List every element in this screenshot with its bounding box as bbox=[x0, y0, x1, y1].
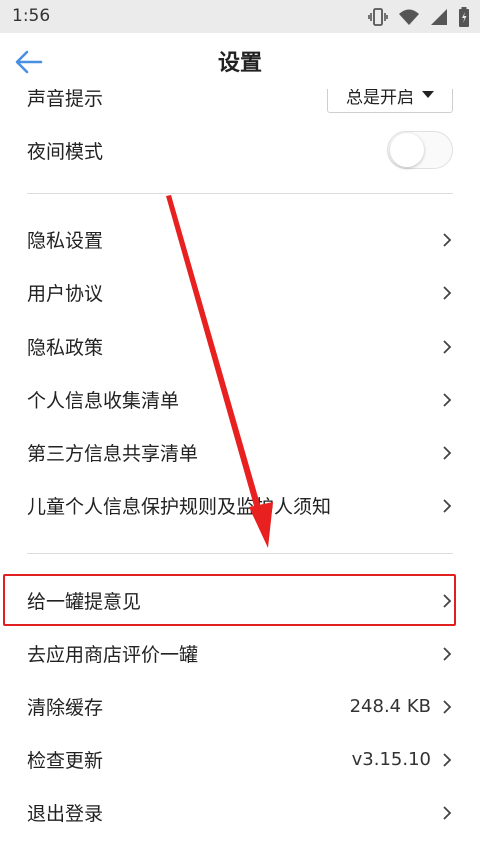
setting-row-clear-cache[interactable]: 清除缓存 248.4 KB bbox=[27, 680, 453, 733]
status-time: 1:56 bbox=[12, 6, 51, 26]
vibrate-icon bbox=[368, 8, 388, 26]
page-title: 设置 bbox=[217, 51, 262, 76]
status-bar: 1:56 bbox=[0, 0, 480, 33]
signal-icon bbox=[431, 9, 447, 25]
app-bar: 设置 bbox=[0, 33, 480, 89]
chevron-right-icon bbox=[443, 752, 452, 767]
setting-row-user-agreement[interactable]: 用户协议 bbox=[27, 266, 453, 319]
sound-label: 声音提示 bbox=[27, 89, 104, 110]
divider bbox=[27, 193, 453, 194]
row-label: 隐私设置 bbox=[27, 230, 104, 252]
row-label: 个人信息收集清单 bbox=[27, 390, 180, 412]
row-label: 第三方信息共享清单 bbox=[27, 443, 199, 465]
chevron-right-icon bbox=[443, 392, 452, 407]
setting-row-privacy-policy[interactable]: 隐私政策 bbox=[27, 320, 453, 373]
row-label: 隐私政策 bbox=[27, 337, 104, 359]
chevron-right-icon bbox=[443, 805, 452, 820]
divider bbox=[27, 553, 453, 554]
setting-row-children-protection[interactable]: 儿童个人信息保护规则及监护人须知 bbox=[27, 479, 453, 532]
chevron-right-icon bbox=[443, 646, 452, 661]
row-label: 检查更新 bbox=[27, 750, 104, 772]
status-icons bbox=[368, 7, 470, 27]
chevron-right-icon bbox=[443, 445, 452, 460]
chevron-right-icon bbox=[443, 285, 452, 300]
chevron-right-icon bbox=[443, 232, 452, 247]
setting-row-personal-info-list[interactable]: 个人信息收集清单 bbox=[27, 373, 453, 426]
row-label: 用户协议 bbox=[27, 283, 104, 305]
battery-icon bbox=[459, 7, 469, 27]
setting-row-third-party-sharing[interactable]: 第三方信息共享清单 bbox=[27, 426, 453, 479]
setting-row-privacy-settings[interactable]: 隐私设置 bbox=[27, 213, 453, 266]
wifi-icon bbox=[399, 9, 419, 25]
cache-size: 248.4 KB bbox=[349, 696, 431, 717]
setting-row-rate-app[interactable]: 去应用商店评价一罐 bbox=[27, 627, 453, 680]
setting-row-logout[interactable]: 退出登录 bbox=[27, 786, 453, 839]
row-label: 儿童个人信息保护规则及监护人须知 bbox=[27, 496, 332, 518]
sound-dropdown[interactable]: 总是开启 bbox=[327, 89, 453, 113]
night-mode-label: 夜间模式 bbox=[27, 141, 104, 163]
settings-list: 声音提示 总是开启 夜间模式 隐私设置 用户协议 隐私政策 个人信息收集清单 第… bbox=[0, 89, 480, 853]
sound-dropdown-value: 总是开启 bbox=[346, 89, 414, 108]
chevron-right-icon bbox=[443, 339, 452, 354]
row-label: 清除缓存 bbox=[27, 697, 104, 719]
toggle-knob bbox=[390, 133, 424, 167]
setting-row-check-update[interactable]: 检查更新 v3.15.10 bbox=[27, 733, 453, 786]
night-mode-toggle[interactable] bbox=[387, 131, 453, 169]
row-label: 去应用商店评价一罐 bbox=[27, 644, 199, 666]
chevron-right-icon bbox=[443, 498, 452, 513]
caret-down-icon bbox=[422, 91, 434, 98]
app-version: v3.15.10 bbox=[351, 749, 431, 770]
chevron-right-icon bbox=[443, 699, 452, 714]
row-label: 退出登录 bbox=[27, 803, 104, 825]
highlight-box bbox=[3, 574, 456, 626]
